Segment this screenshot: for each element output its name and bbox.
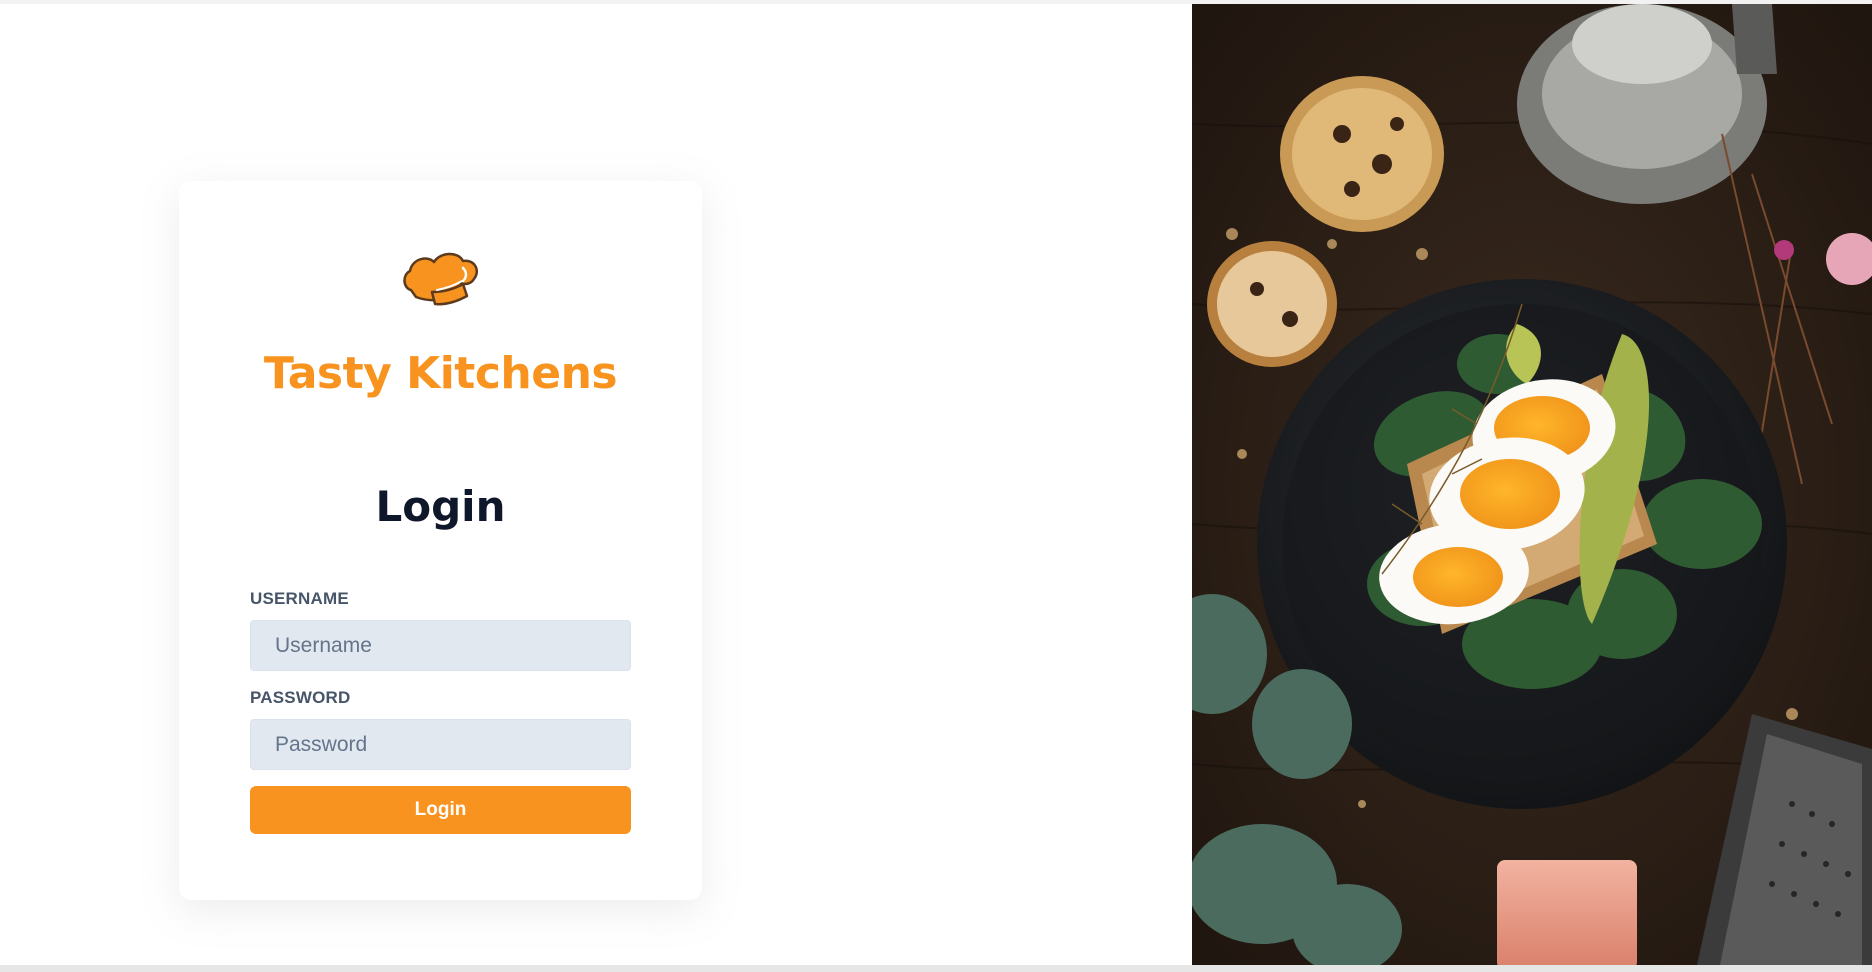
login-button[interactable]: Login	[250, 786, 631, 834]
password-label: PASSWORD	[250, 688, 351, 707]
username-label: USERNAME	[250, 589, 349, 608]
login-card: Tasty Kitchens Login USERNAME PASSWORD L…	[179, 181, 702, 900]
page-title: Login	[375, 482, 506, 531]
username-input[interactable]	[250, 620, 631, 671]
login-pane: Tasty Kitchens Login USERNAME PASSWORD L…	[0, 4, 1192, 965]
hero-food-image	[1192, 4, 1872, 965]
bottom-border	[0, 965, 1872, 972]
password-input[interactable]	[250, 719, 631, 770]
chef-hat-icon	[403, 252, 479, 306]
brand-name: Tasty Kitchens	[263, 348, 618, 399]
